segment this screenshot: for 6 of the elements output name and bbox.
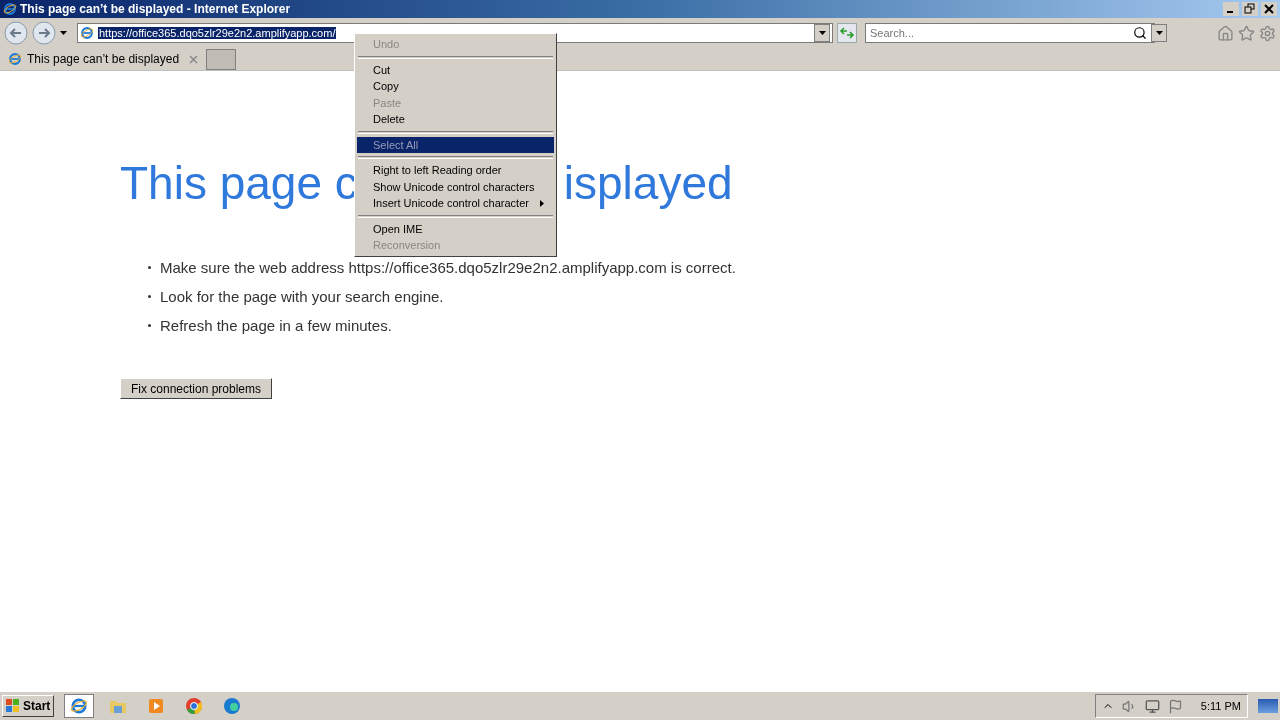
suggestion-text: Look for the page with your search engine. — [160, 288, 444, 305]
suggestion-text: Make sure the web address https://office365.dqo5zlr29e2n2.amplifyapp.com is correct. — [160, 259, 736, 276]
window-title: This page can’t be displayed - Internet Explorer — [20, 2, 292, 16]
address-text: https://office365.dqo5zlr29e2n2.amplifyapp.com/ — [98, 27, 337, 39]
page-heading: isplayed — [563, 157, 733, 210]
suggestion-text: Refresh the page in a few minutes. — [160, 317, 392, 334]
